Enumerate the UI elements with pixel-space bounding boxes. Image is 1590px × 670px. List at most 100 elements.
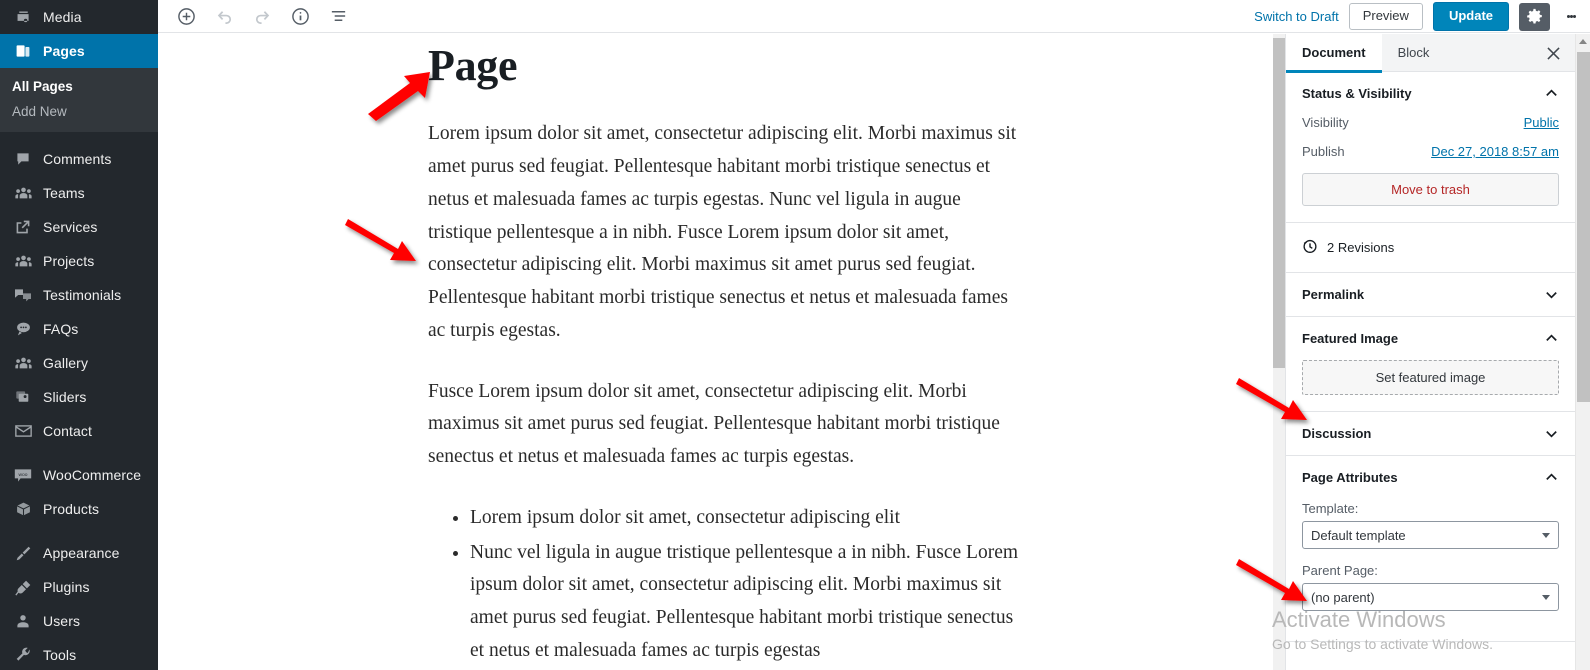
projects-icon bbox=[12, 251, 34, 271]
products-icon bbox=[12, 499, 34, 519]
gallery-icon bbox=[12, 353, 34, 373]
panel-discussion: Discussion bbox=[1286, 412, 1575, 456]
panel-permalink-header[interactable]: Permalink bbox=[1286, 273, 1575, 316]
teams-icon bbox=[12, 183, 34, 203]
pages-icon bbox=[12, 41, 34, 61]
panel-featured-image: Featured Image Set featured image bbox=[1286, 317, 1575, 412]
sidebar-item-label: Testimonials bbox=[43, 287, 122, 303]
appearance-icon bbox=[12, 543, 34, 563]
info-icon[interactable] bbox=[288, 5, 312, 29]
svg-text:woo: woo bbox=[19, 472, 28, 477]
editor-header-tools bbox=[174, 0, 350, 33]
editor-header-actions: Switch to Draft Preview Update bbox=[1254, 0, 1582, 33]
sidebar-item-label: Appearance bbox=[43, 545, 120, 561]
sidebar-item-comments[interactable]: Comments bbox=[0, 142, 158, 176]
switch-to-draft-link[interactable]: Switch to Draft bbox=[1254, 9, 1339, 24]
gear-icon[interactable] bbox=[1519, 2, 1550, 31]
sidebar-item-label: Plugins bbox=[43, 579, 90, 595]
preview-button[interactable]: Preview bbox=[1348, 3, 1423, 30]
menu-separator-2 bbox=[0, 448, 158, 458]
chevron-down-icon[interactable] bbox=[1544, 287, 1559, 302]
panel-page-attributes-body: Template: Default template Parent Page: … bbox=[1286, 501, 1575, 641]
scroll-up-arrow-icon[interactable] bbox=[1579, 39, 1587, 44]
sidebar-item-users[interactable]: Users bbox=[0, 604, 158, 638]
tools-icon bbox=[12, 645, 34, 665]
sidebar-item-label: Teams bbox=[43, 185, 85, 201]
list-block[interactable]: Lorem ipsum dolor sit amet, consectetur … bbox=[428, 502, 1028, 670]
visibility-label: Visibility bbox=[1302, 115, 1349, 130]
editor-canvas[interactable]: Page Lorem ipsum dolor sit amet, consect… bbox=[158, 34, 1285, 670]
sidebar-item-label: Projects bbox=[43, 253, 95, 269]
visibility-value-link[interactable]: Public bbox=[1524, 115, 1559, 130]
panel-status-visibility-header[interactable]: Status & Visibility bbox=[1286, 72, 1575, 115]
revisions-row[interactable]: 2 Revisions bbox=[1286, 223, 1575, 273]
visibility-row: Visibility Public bbox=[1302, 115, 1559, 130]
sidebar-item-sliders[interactable]: Sliders bbox=[0, 380, 158, 414]
sidebar-item-label: WooCommerce bbox=[43, 467, 142, 483]
sidebar-item-media[interactable]: Media bbox=[0, 0, 158, 34]
panel-page-attributes: Page Attributes Template: Default templa… bbox=[1286, 456, 1575, 642]
template-selected-value: Default template bbox=[1311, 527, 1406, 543]
sidebar-item-faqs[interactable]: FAQs bbox=[0, 312, 158, 346]
sidebar-item-teams[interactable]: Teams bbox=[0, 176, 158, 210]
paragraph-block-2[interactable]: Fusce Lorem ipsum dolor sit amet, consec… bbox=[428, 376, 1028, 474]
panel-page-attributes-header[interactable]: Page Attributes bbox=[1286, 456, 1575, 499]
sidebar-item-plugins[interactable]: Plugins bbox=[0, 570, 158, 604]
sidebar-item-contact[interactable]: Contact bbox=[0, 414, 158, 448]
canvas-scrollbar[interactable] bbox=[1273, 34, 1285, 670]
sidebar-item-pages[interactable]: Pages bbox=[0, 34, 166, 68]
sidebar-item-woocommerce[interactable]: woo WooCommerce bbox=[0, 458, 158, 492]
sidebar-item-tools[interactable]: Tools bbox=[0, 638, 158, 670]
chevron-down-icon[interactable] bbox=[1544, 426, 1559, 441]
page-title[interactable]: Page bbox=[428, 41, 1028, 90]
panel-featured-image-header[interactable]: Featured Image bbox=[1286, 317, 1575, 360]
publish-label: Publish bbox=[1302, 144, 1345, 159]
chevron-up-icon[interactable] bbox=[1544, 331, 1559, 346]
undo-icon[interactable] bbox=[212, 5, 236, 29]
chevron-down-icon bbox=[1542, 533, 1550, 538]
move-to-trash-button[interactable]: Move to trash bbox=[1302, 173, 1559, 206]
settings-tabs: Document Block bbox=[1286, 34, 1575, 73]
sidebar-item-projects[interactable]: Projects bbox=[0, 244, 158, 278]
redo-icon[interactable] bbox=[250, 5, 274, 29]
template-label: Template: bbox=[1302, 501, 1359, 516]
testimonials-icon bbox=[12, 285, 34, 305]
kebab-menu-icon[interactable] bbox=[1560, 3, 1582, 31]
sidebar-item-gallery[interactable]: Gallery bbox=[0, 346, 158, 380]
add-block-icon[interactable] bbox=[174, 5, 198, 29]
list-item[interactable]: Lorem ipsum dolor sit amet, consectetur … bbox=[470, 502, 1028, 535]
sidebar-item-products[interactable]: Products bbox=[0, 492, 158, 526]
tab-document[interactable]: Document bbox=[1286, 34, 1382, 73]
panel-title: Featured Image bbox=[1302, 331, 1399, 346]
panel-status-visibility: Status & Visibility Visibility Public Pu… bbox=[1286, 72, 1575, 223]
canvas-scrollbar-thumb[interactable] bbox=[1273, 38, 1285, 368]
sliders-icon bbox=[12, 387, 34, 407]
wordpress-editor-screen: Media Pages All Pages Add New Comments T… bbox=[0, 0, 1590, 670]
sidebar-item-testimonials[interactable]: Testimonials bbox=[0, 278, 158, 312]
chevron-up-icon[interactable] bbox=[1544, 86, 1559, 101]
paragraph-block-1[interactable]: Lorem ipsum dolor sit amet, consectetur … bbox=[428, 118, 1028, 347]
chevron-up-icon[interactable] bbox=[1544, 470, 1559, 485]
close-icon[interactable] bbox=[1543, 43, 1563, 63]
template-select[interactable]: Default template bbox=[1302, 521, 1559, 549]
update-button[interactable]: Update bbox=[1432, 2, 1509, 31]
sidebar-item-label: Sliders bbox=[43, 389, 87, 405]
sidebar-item-label: Tools bbox=[43, 647, 77, 663]
parent-page-select[interactable]: (no parent) bbox=[1302, 583, 1559, 611]
panel-title: Permalink bbox=[1302, 287, 1365, 302]
list-item[interactable]: Nunc vel ligula in augue tristique pelle… bbox=[470, 537, 1028, 668]
panel-discussion-header[interactable]: Discussion bbox=[1286, 412, 1575, 455]
list-view-icon[interactable] bbox=[326, 5, 350, 29]
sidebar-item-services[interactable]: Services bbox=[0, 210, 158, 244]
users-icon bbox=[12, 611, 34, 631]
sidebar-item-label: Media bbox=[43, 9, 82, 25]
sidebar-item-label: FAQs bbox=[43, 321, 79, 337]
browser-scrollbar-thumb[interactable] bbox=[1577, 52, 1590, 402]
submenu-item-add-new[interactable]: Add New bbox=[0, 99, 158, 124]
set-featured-image-button[interactable]: Set featured image bbox=[1302, 360, 1559, 395]
tab-block[interactable]: Block bbox=[1382, 34, 1446, 72]
submenu-item-all-pages[interactable]: All Pages bbox=[0, 74, 158, 99]
sidebar-item-appearance[interactable]: Appearance bbox=[0, 536, 158, 570]
publish-date-link[interactable]: Dec 27, 2018 8:57 am bbox=[1431, 144, 1559, 159]
browser-scrollbar[interactable] bbox=[1575, 34, 1590, 670]
